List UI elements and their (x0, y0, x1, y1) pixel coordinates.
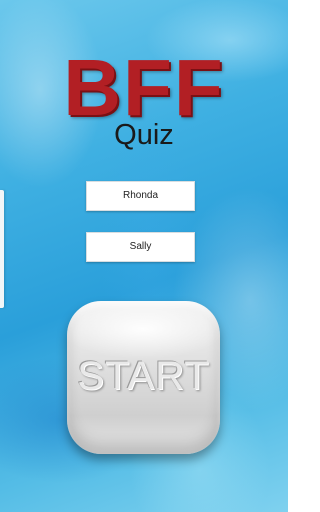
side-drawer-handle[interactable] (0, 190, 4, 308)
app-subtitle: Quiz (114, 119, 174, 151)
start-button-label: START (77, 354, 210, 398)
second-name-field[interactable]: Sally (86, 232, 195, 262)
first-name-field[interactable]: Rhonda (86, 181, 195, 211)
start-button[interactable]: START (67, 301, 220, 454)
app-title: BFF (63, 43, 225, 132)
